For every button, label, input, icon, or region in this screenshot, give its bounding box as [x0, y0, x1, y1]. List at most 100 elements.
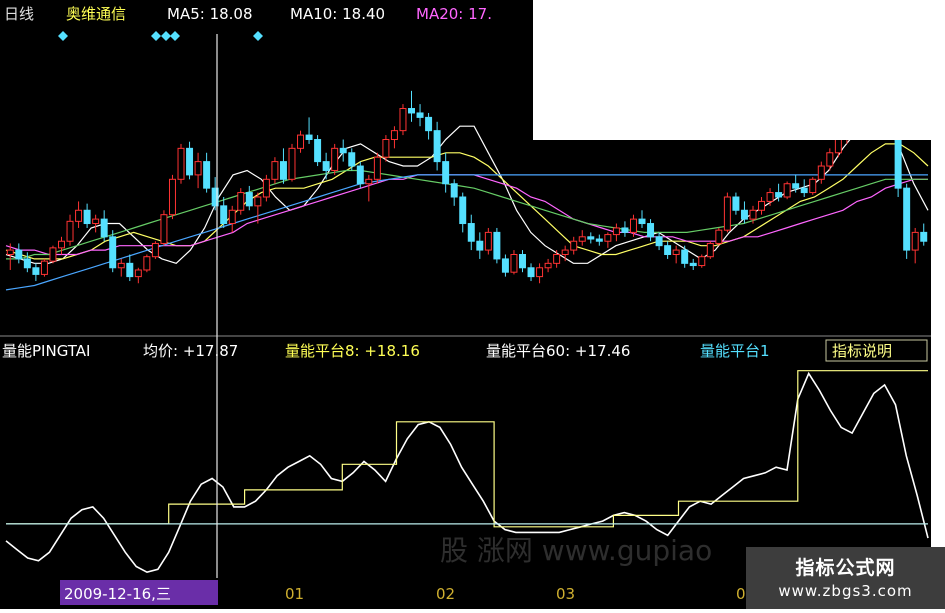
candle-body [6, 249, 14, 255]
candle[interactable] [373, 152, 381, 184]
candle[interactable] [92, 214, 100, 233]
candle[interactable] [297, 130, 305, 153]
candle[interactable] [698, 254, 706, 268]
candle[interactable] [279, 148, 287, 184]
candle[interactable] [40, 258, 48, 277]
candle[interactable] [75, 201, 83, 228]
candle[interactable] [732, 192, 740, 215]
candle[interactable] [271, 157, 279, 184]
candle[interactable] [262, 174, 270, 202]
candle[interactable] [399, 104, 407, 136]
candle[interactable] [826, 148, 834, 171]
candle[interactable] [638, 210, 646, 228]
candle[interactable] [23, 252, 31, 273]
candle[interactable] [544, 258, 552, 273]
candle[interactable] [15, 243, 23, 264]
candle[interactable] [203, 152, 211, 193]
candle[interactable] [322, 152, 330, 180]
candle[interactable] [587, 232, 595, 244]
candle[interactable] [134, 267, 142, 284]
candle[interactable] [408, 90, 415, 122]
candle[interactable] [160, 210, 168, 246]
candle[interactable] [621, 221, 629, 237]
candle[interactable] [459, 192, 467, 233]
candle[interactable] [442, 152, 450, 193]
candle[interactable] [595, 234, 603, 246]
candle[interactable] [783, 181, 791, 200]
candle[interactable] [536, 263, 544, 284]
candle[interactable] [425, 112, 433, 140]
candle[interactable] [228, 205, 236, 233]
candle[interactable] [467, 214, 475, 251]
candle-body [655, 236, 663, 247]
candle[interactable] [194, 152, 202, 189]
candle-body [194, 161, 202, 176]
candle[interactable] [706, 241, 714, 259]
candle[interactable] [715, 227, 723, 246]
candle[interactable] [314, 135, 322, 167]
candle[interactable] [382, 135, 390, 162]
candle[interactable] [612, 223, 620, 242]
candle[interactable] [126, 254, 134, 282]
candle-body [203, 161, 211, 189]
candle-body [484, 231, 492, 251]
candle[interactable] [32, 263, 40, 282]
candle[interactable] [220, 197, 228, 228]
candle-body [698, 256, 706, 267]
candle[interactable] [817, 161, 825, 184]
candle[interactable] [527, 263, 535, 282]
candle[interactable] [766, 188, 774, 206]
candle[interactable] [647, 219, 655, 242]
candle[interactable] [578, 230, 586, 246]
candle[interactable] [758, 197, 766, 215]
candle[interactable] [416, 104, 424, 127]
candle[interactable] [254, 192, 262, 224]
candle[interactable] [143, 254, 151, 273]
candle[interactable] [100, 210, 108, 242]
candle[interactable] [83, 203, 91, 228]
candle[interactable] [339, 139, 347, 162]
candle[interactable] [570, 236, 578, 255]
candle[interactable] [245, 185, 253, 211]
candle[interactable] [476, 232, 484, 259]
candle[interactable] [484, 227, 492, 255]
candle[interactable] [305, 117, 313, 144]
candle[interactable] [288, 143, 296, 182]
candle[interactable] [356, 161, 364, 189]
candle[interactable] [689, 258, 697, 270]
candle[interactable] [450, 179, 458, 206]
candle[interactable] [58, 236, 65, 255]
candle[interactable] [519, 250, 526, 273]
candle[interactable] [903, 183, 911, 259]
candle[interactable] [117, 258, 125, 277]
candle-body [647, 223, 655, 238]
candle[interactable] [510, 250, 518, 275]
candle[interactable] [809, 177, 817, 195]
candle[interactable] [66, 214, 74, 246]
candle[interactable] [186, 141, 194, 180]
candle[interactable] [681, 245, 689, 268]
candle[interactable] [911, 227, 919, 264]
candle[interactable] [493, 227, 501, 264]
candle[interactable] [168, 174, 176, 220]
candle[interactable] [672, 245, 680, 264]
candle[interactable] [109, 230, 117, 273]
candle[interactable] [237, 188, 245, 215]
candle[interactable] [664, 241, 672, 259]
candle[interactable] [433, 121, 441, 171]
candle[interactable] [348, 148, 356, 171]
candle[interactable] [365, 174, 373, 202]
candle[interactable] [800, 179, 808, 197]
time-tick-03: 03 [556, 585, 575, 603]
candle[interactable] [177, 143, 185, 184]
candle[interactable] [151, 241, 159, 259]
candle[interactable] [501, 254, 509, 277]
candle[interactable] [390, 126, 398, 149]
candle[interactable] [655, 232, 663, 251]
candle[interactable] [723, 192, 731, 233]
candle[interactable] [553, 250, 561, 268]
candle[interactable] [49, 245, 57, 264]
candle[interactable] [331, 143, 339, 175]
candle[interactable] [604, 232, 612, 248]
candle[interactable] [920, 223, 928, 246]
